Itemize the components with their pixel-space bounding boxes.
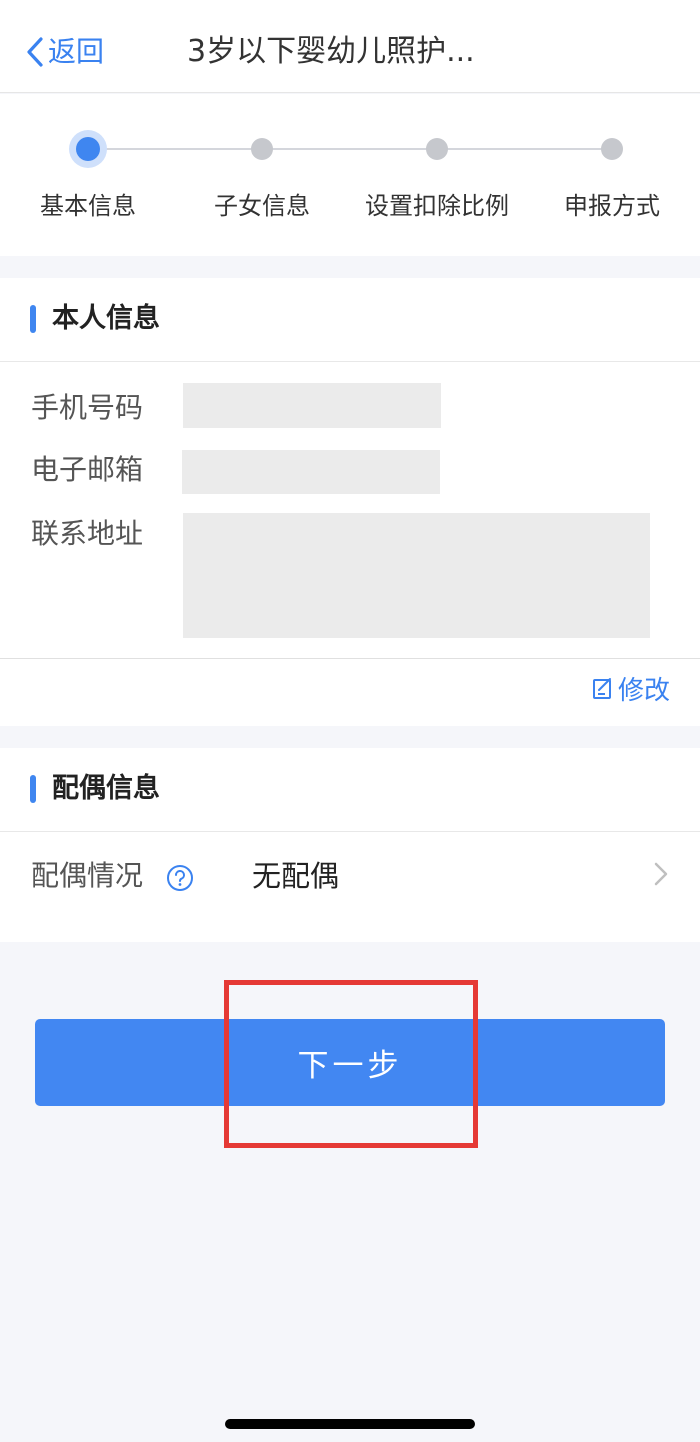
spouse-info-card: 配偶信息 配偶情况 无配偶 bbox=[0, 748, 700, 942]
personal-info-title: 本人信息 bbox=[52, 303, 160, 334]
spouse-info-title: 配偶信息 bbox=[52, 773, 160, 804]
personal-info-header: 本人信息 bbox=[0, 278, 700, 362]
step-label-deduction-ratio: 设置扣除比例 bbox=[365, 192, 509, 220]
edit-row: 修改 bbox=[0, 658, 700, 724]
section-accent-bar bbox=[30, 775, 36, 803]
chevron-right-icon bbox=[654, 862, 668, 890]
step-label-report-method: 申报方式 bbox=[564, 192, 660, 220]
edit-button[interactable]: 修改 bbox=[592, 673, 670, 709]
email-label: 电子邮箱 bbox=[31, 453, 144, 486]
step-label-basic-info: 基本信息 bbox=[40, 192, 136, 220]
next-step-label: 下一步 bbox=[297, 1048, 403, 1083]
spouse-status-label: 配偶情况 bbox=[31, 859, 144, 892]
back-button[interactable]: 返回 bbox=[26, 30, 104, 74]
step-dot-basic-info bbox=[76, 137, 100, 161]
edit-label: 修改 bbox=[617, 676, 670, 706]
step-dot-children-info bbox=[251, 138, 273, 160]
step-connector-line bbox=[88, 148, 612, 150]
back-label: 返回 bbox=[48, 35, 105, 68]
chevron-left-icon bbox=[26, 37, 44, 67]
address-value-redacted bbox=[183, 513, 650, 638]
step-dot-report-method bbox=[601, 138, 623, 160]
personal-info-card: 本人信息 手机号码 电子邮箱 联系地址 修改 bbox=[0, 278, 700, 726]
spouse-info-header: 配偶信息 bbox=[0, 748, 700, 832]
next-step-button[interactable]: 下一步 bbox=[35, 1019, 665, 1106]
phone-value-redacted bbox=[183, 383, 441, 428]
page-title: 3岁以下婴幼儿照护... bbox=[187, 34, 475, 69]
step-indicator: 基本信息 子女信息 设置扣除比例 申报方式 bbox=[0, 94, 700, 256]
address-label: 联系地址 bbox=[31, 517, 144, 550]
phone-label: 手机号码 bbox=[31, 391, 144, 424]
spouse-status-row[interactable]: 配偶情况 无配偶 bbox=[0, 832, 700, 942]
home-indicator bbox=[225, 1419, 475, 1429]
email-value-redacted bbox=[182, 450, 440, 494]
section-accent-bar bbox=[30, 305, 36, 333]
spouse-status-value: 无配偶 bbox=[252, 859, 340, 893]
step-label-children-info: 子女信息 bbox=[214, 192, 310, 220]
nav-bar: 返回 3岁以下婴幼儿照护... bbox=[0, 0, 700, 93]
help-icon[interactable] bbox=[166, 864, 194, 896]
edit-icon bbox=[592, 677, 614, 705]
step-dot-deduction-ratio bbox=[426, 138, 448, 160]
